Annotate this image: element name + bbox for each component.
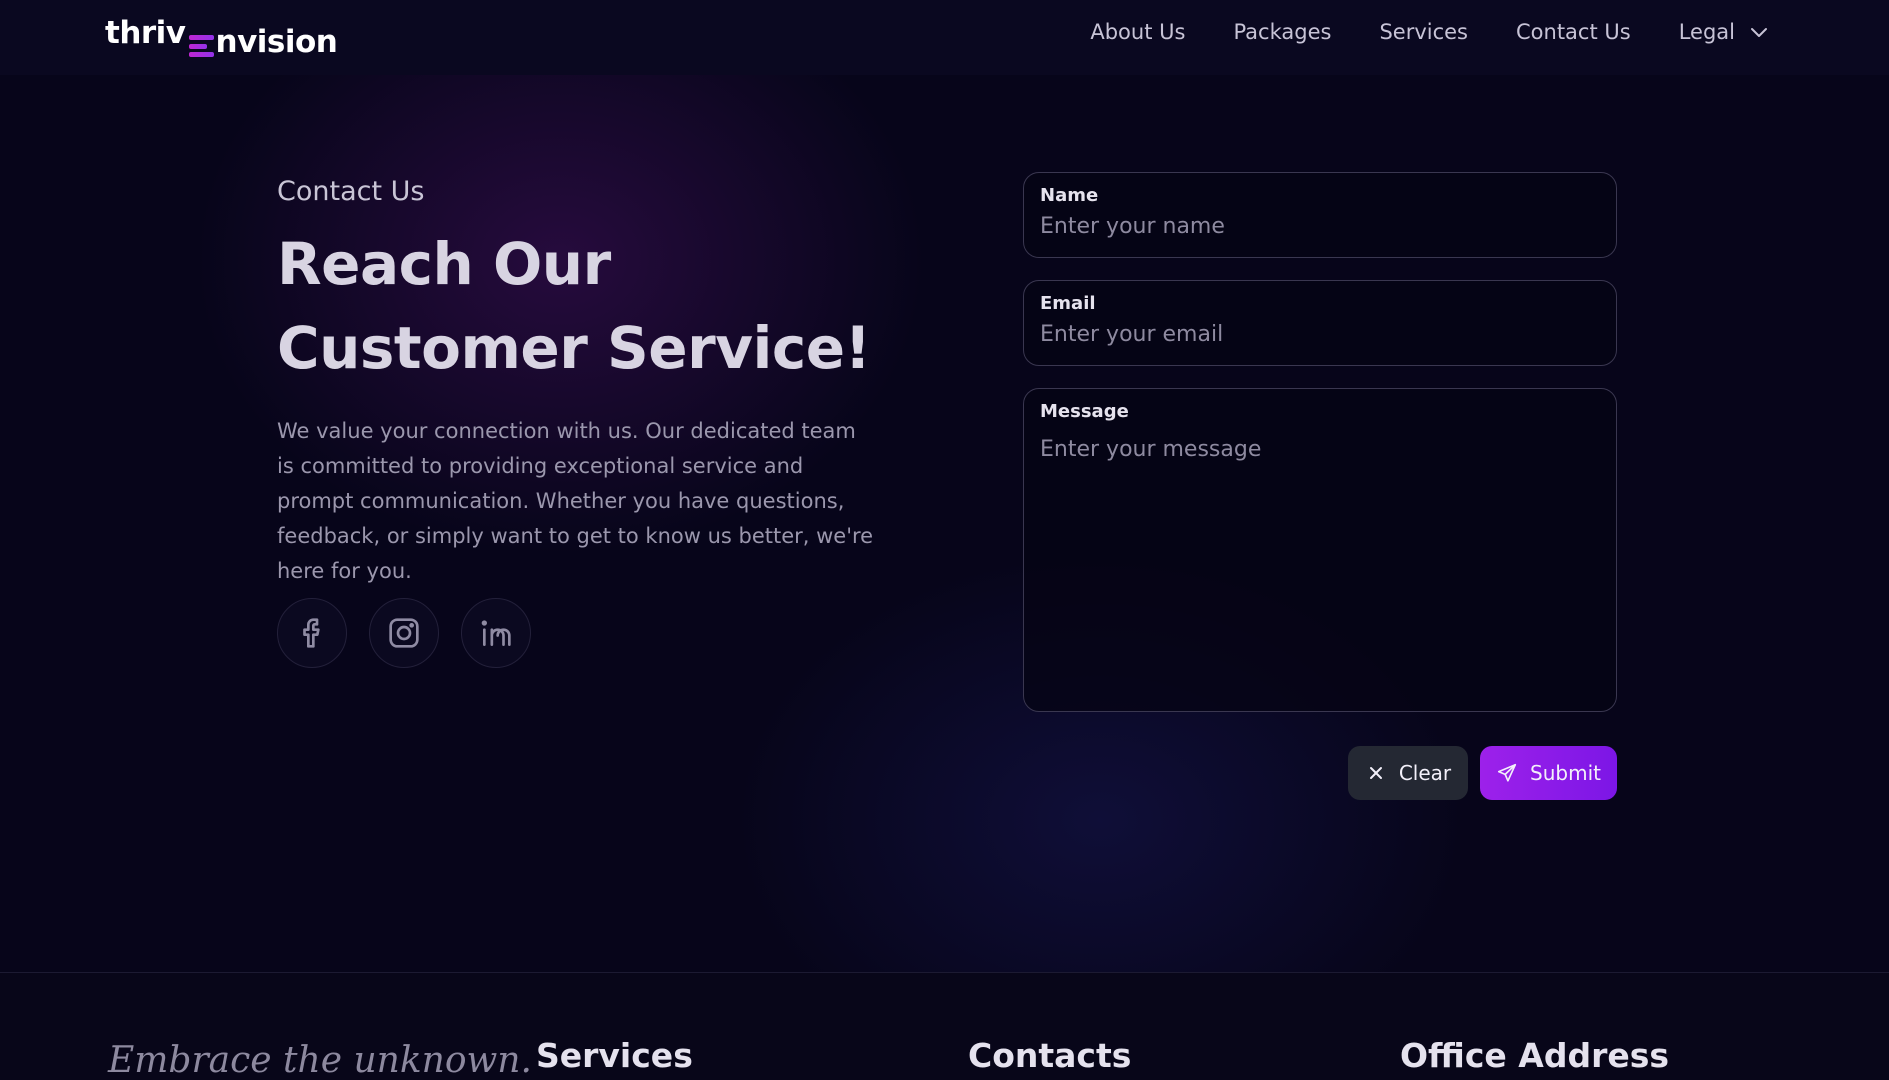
name-input[interactable] [1040,209,1600,243]
name-field: Name [1023,172,1617,258]
page-title: Reach Our Customer Service! [277,230,871,382]
nav-contact-us[interactable]: Contact Us [1516,20,1631,44]
email-input[interactable] [1040,317,1600,351]
email-label: Email [1040,293,1096,314]
clear-button-label: Clear [1398,761,1452,785]
main-nav: About Us Packages Services Contact Us Le… [1090,20,1769,44]
brand-logo[interactable]: thriv nvision [105,14,338,60]
nav-about-us[interactable]: About Us [1090,20,1185,44]
submit-button-label: Submit [1530,761,1601,785]
top-navbar: thriv nvision About Us Packages Services… [0,0,1889,75]
submit-button[interactable]: Submit [1480,746,1617,800]
instagram-link[interactable] [369,598,439,668]
chevron-down-icon [1751,28,1767,37]
linkedin-icon [481,620,511,646]
footer-tagline: Embrace the unknown. [108,1040,532,1080]
clear-button[interactable]: Clear [1348,746,1468,800]
logo-text-thriv: thriv [105,15,186,51]
social-links [277,598,553,668]
message-field: Message [1023,388,1617,712]
footer-heading-services: Services [536,1036,693,1075]
logo-e-mark-icon [188,35,214,57]
facebook-icon [303,618,320,648]
nav-legal-dropdown[interactable]: Legal [1679,20,1769,44]
message-label: Message [1040,401,1129,422]
logo-text-nvision: nvision [215,24,338,60]
nav-services[interactable]: Services [1379,20,1468,44]
message-textarea[interactable] [1040,437,1600,697]
email-field: Email [1023,280,1617,366]
send-icon [1497,763,1517,782]
linkedin-link[interactable] [461,598,531,668]
instagram-icon [389,618,419,648]
facebook-link[interactable] [277,598,347,668]
footer-heading-office-address: Office Address [1400,1036,1670,1075]
name-label: Name [1040,185,1099,206]
nav-legal-label: Legal [1678,20,1735,44]
close-icon [1369,767,1382,779]
nav-packages[interactable]: Packages [1233,20,1331,44]
contact-page: thriv nvision About Us Packages Services… [0,0,1889,1080]
section-eyebrow: Contact Us [277,176,425,207]
contact-description: We value your connection with us. Our de… [277,419,874,583]
footer-heading-contacts: Contacts [968,1036,1132,1075]
